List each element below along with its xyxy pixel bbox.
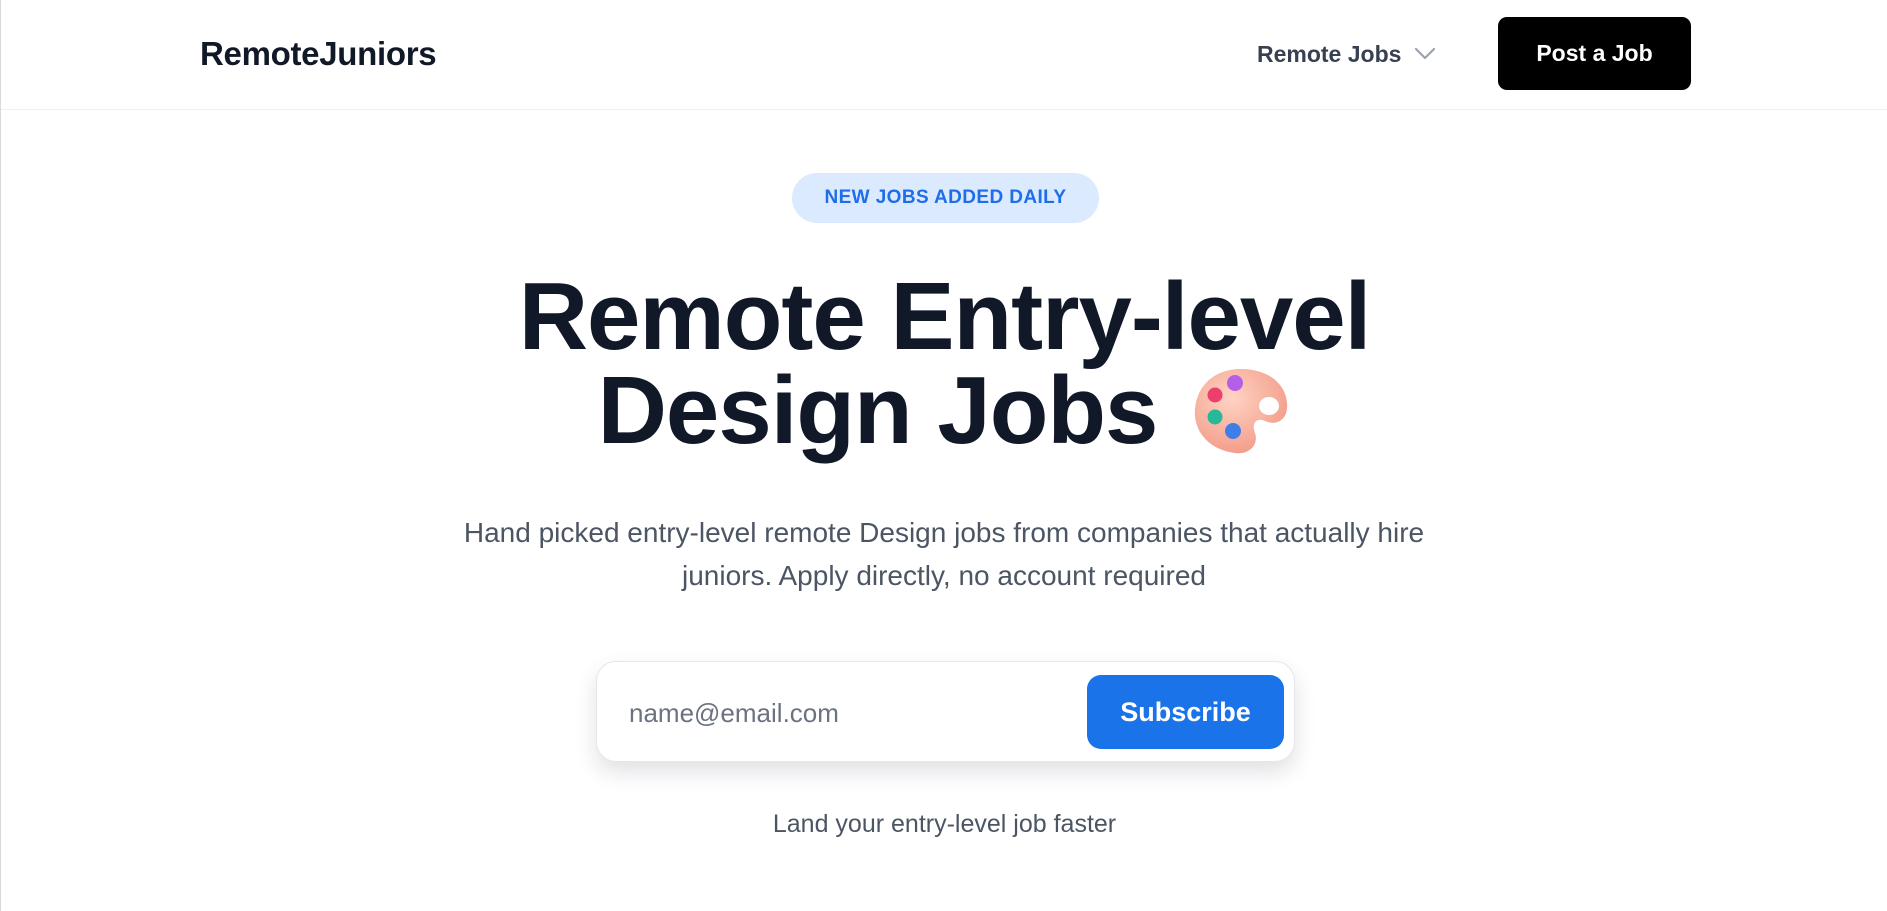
site-header: RemoteJuniors Remote Jobs Post a Job — [1, 0, 1887, 110]
page-title: Remote Entry-level Design Jobs — [1, 263, 1887, 464]
site-logo[interactable]: RemoteJuniors — [200, 36, 437, 72]
hero-subtitle: Hand picked entry-level remote Design jo… — [463, 517, 1425, 591]
chevron-down-icon — [1413, 42, 1437, 66]
headline-line-2: Design Jobs — [597, 357, 1159, 464]
subscribe-form: Subscribe — [596, 661, 1295, 762]
remote-jobs-dropdown[interactable]: Remote Jobs — [1257, 38, 1437, 70]
post-a-job-button[interactable]: Post a Job — [1498, 17, 1691, 90]
email-input[interactable] — [627, 686, 1051, 740]
subscribe-button[interactable]: Subscribe — [1087, 675, 1284, 749]
remote-jobs-label: Remote Jobs — [1257, 41, 1402, 67]
artist-palette-icon — [1191, 365, 1291, 457]
new-jobs-badge: NEW JOBS ADDED DAILY — [792, 173, 1099, 223]
page: RemoteJuniors Remote Jobs Post a Job NEW… — [0, 0, 1887, 911]
tagline: Land your entry-level job faster — [772, 810, 1117, 838]
headline-line-2-wrap: Design Jobs — [597, 357, 1292, 464]
headline-line-1: Remote Entry-level — [518, 263, 1372, 370]
